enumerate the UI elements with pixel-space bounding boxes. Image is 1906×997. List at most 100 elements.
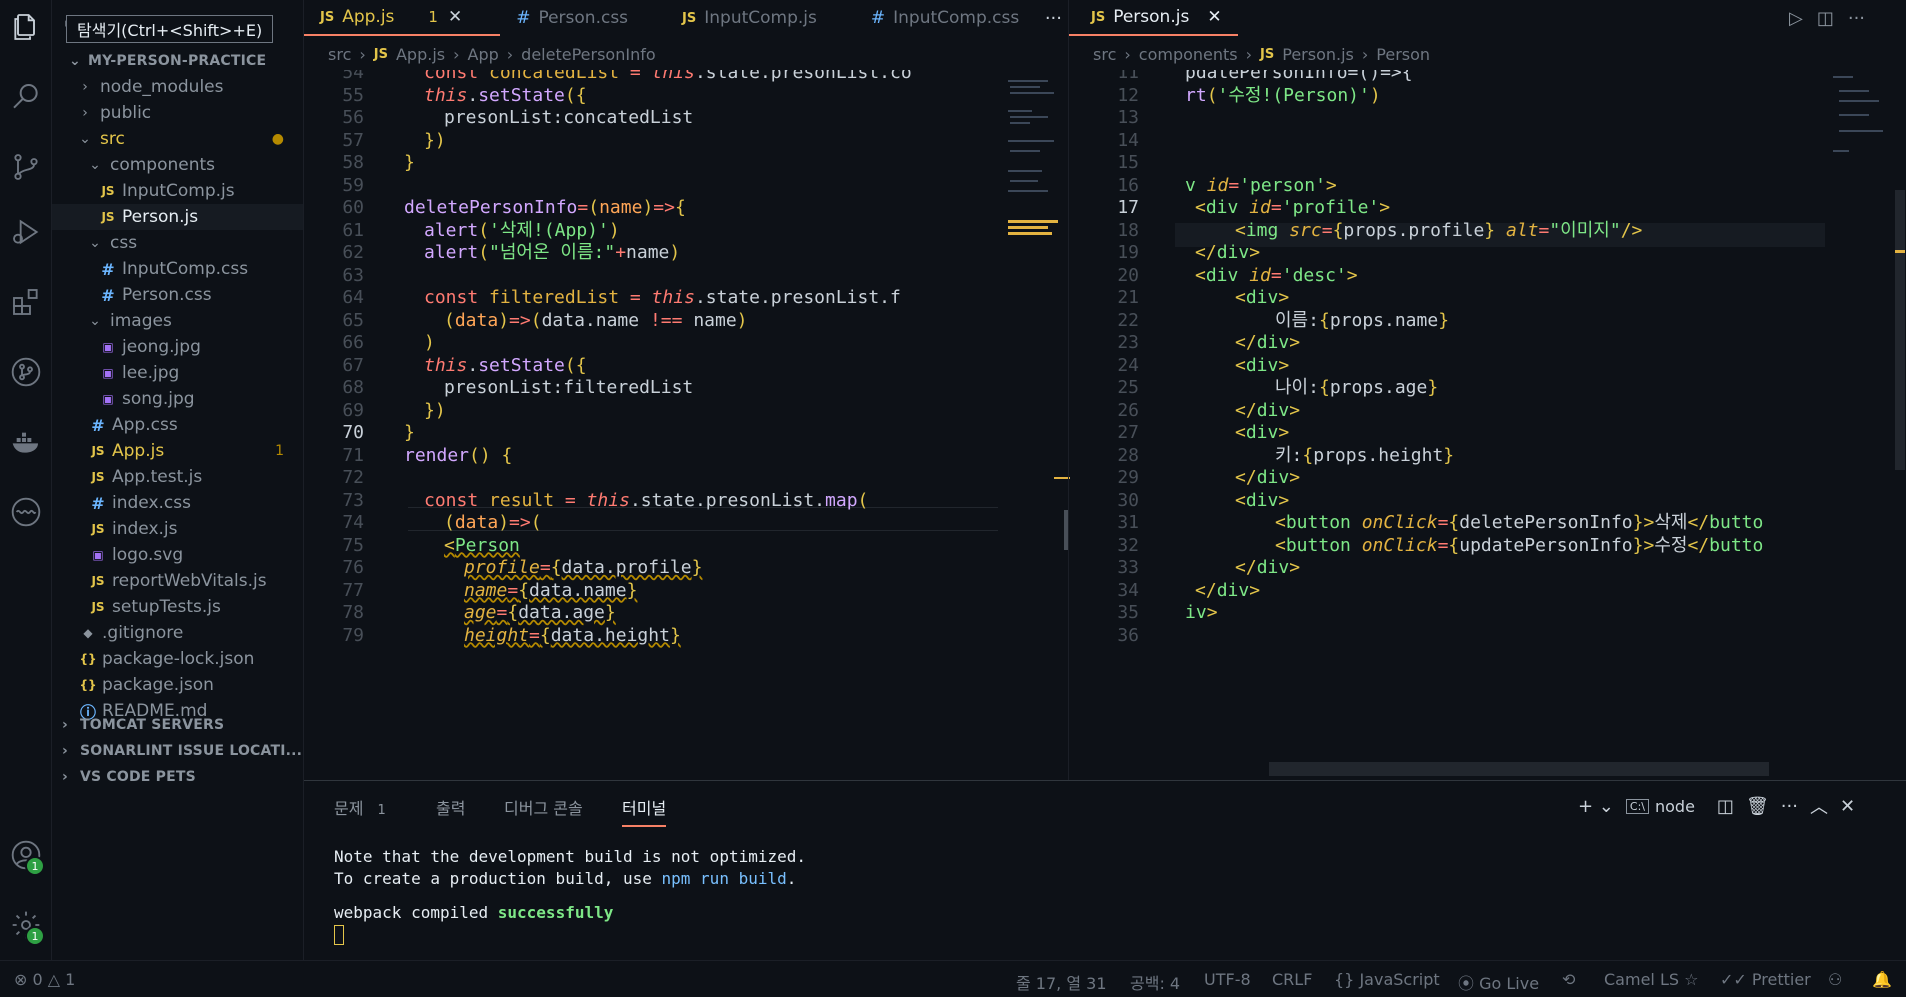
source-control-icon[interactable] — [9, 150, 43, 184]
right-code-editor[interactable]: 11 12 13 14 15 16 17 18 19 20 21 22 23 24 25 26 27 28 29 30… — [1069, 70, 1829, 780]
breadcrumb-item[interactable]: src — [1093, 45, 1116, 64]
tree-item[interactable]: {} package-lock.json — [52, 646, 303, 672]
tree-item[interactable]: # Person.css — [52, 282, 303, 308]
tab-output[interactable]: 출력 — [436, 795, 465, 819]
git-graph-icon[interactable] — [9, 355, 43, 389]
minimap[interactable] — [1004, 70, 1070, 780]
tree-item[interactable]: {} package.json — [52, 672, 303, 698]
tree-item[interactable]: › node_modules — [52, 74, 303, 100]
camel-ls[interactable]: Camel LS ☆ — [1604, 970, 1698, 989]
horizontal-scrollbar[interactable] — [1269, 762, 1769, 776]
split-terminal-icon[interactable]: ◫ — [1717, 796, 1734, 817]
tree-item[interactable]: JS App.js 1 — [52, 438, 303, 464]
left-code-editor[interactable]: 54 55 56 57 58 59 60 61 62 63 64 65 66 67 68 69 70 71 72 73… — [304, 70, 1004, 780]
tree-item[interactable]: JS index.js — [52, 516, 303, 542]
feedback-icon[interactable]: ⚇ — [1828, 970, 1842, 989]
language-mode[interactable]: {} JavaScript — [1334, 970, 1440, 989]
code-line: profile={data.profile} — [464, 557, 702, 579]
line-number: 63 — [342, 264, 364, 286]
minimap-right[interactable] — [1829, 70, 1899, 160]
tree-item[interactable]: ▣ lee.jpg — [52, 360, 303, 386]
tab-debug-console[interactable]: 디버그 콘솔 — [504, 795, 583, 819]
close-panel-icon[interactable]: ✕ — [1840, 796, 1855, 817]
close-icon[interactable]: ✕ — [1207, 7, 1221, 27]
editor-tab[interactable]: JS App.js 1 ✕ — [304, 0, 501, 36]
more-icon[interactable]: ··· — [1781, 796, 1798, 817]
cursor-position[interactable]: 줄 17, 열 31 — [1016, 970, 1107, 994]
tree-item[interactable]: ⌄ images — [52, 308, 303, 334]
breadcrumb-item[interactable]: Person — [1376, 45, 1430, 64]
editor-tab[interactable]: # InputComp.css — [855, 0, 1057, 36]
tree-item[interactable]: ⌄ src ● — [52, 126, 303, 152]
vertical-scrollbar[interactable] — [1895, 190, 1905, 470]
search-icon[interactable] — [9, 80, 43, 114]
tree-item[interactable]: JS App.test.js — [52, 464, 303, 490]
encoding[interactable]: UTF-8 — [1204, 970, 1251, 989]
tree-item[interactable]: ◆ .gitignore — [52, 620, 303, 646]
tree-item[interactable]: JS InputComp.js — [52, 178, 303, 204]
split-editor-icon[interactable]: ◫ — [1817, 8, 1834, 29]
indentation[interactable]: 공백: 4 — [1130, 970, 1180, 994]
run-icon[interactable]: ▷ — [1789, 8, 1803, 29]
tree-item[interactable]: ▣ song.jpg — [52, 386, 303, 412]
editor-tab[interactable]: JS InputComp.js — [666, 0, 855, 36]
sync-icon[interactable]: ⟲ — [1562, 970, 1575, 989]
breadcrumb-item[interactable]: JS — [1260, 47, 1274, 62]
go-live[interactable]: ⦿ Go Live — [1458, 970, 1539, 994]
tree-item[interactable]: ⌄ components — [52, 152, 303, 178]
tree-item[interactable]: ▣ logo.svg — [52, 542, 303, 568]
tree-item[interactable]: # index.css — [52, 490, 303, 516]
tree-item[interactable]: JS reportWebVitals.js — [52, 568, 303, 594]
breadcrumb-item[interactable]: components — [1139, 45, 1238, 64]
sidebar-section[interactable]: › VS CODE PETS — [52, 764, 303, 790]
code-token: = — [539, 557, 551, 578]
tree-item[interactable]: › public — [52, 100, 303, 126]
docker-icon[interactable] — [9, 425, 43, 459]
line-number: 23 — [1117, 332, 1139, 353]
problems-indicator[interactable]: ⊗ 0 △ 1 — [14, 970, 75, 989]
terminal-selector[interactable]: C:\ node — [1625, 797, 1695, 816]
sidebar-section[interactable]: › TOMCAT SERVERS — [52, 712, 303, 738]
account-icon[interactable]: 1 — [9, 838, 45, 876]
project-root[interactable]: ⌄ MY-PERSON-PRACTICE — [52, 48, 303, 74]
breadcrumb-item[interactable]: JS — [374, 47, 388, 62]
explorer-icon[interactable] — [9, 10, 43, 44]
tree-item[interactable]: ⌄ css — [52, 230, 303, 256]
tab-label: InputComp.js — [704, 8, 817, 28]
more-tabs-icon[interactable]: ··· — [1045, 8, 1062, 29]
pets-icon[interactable] — [9, 495, 43, 529]
trash-icon[interactable]: 🗑 — [1746, 796, 1769, 817]
breadcrumb-item[interactable]: App — [468, 45, 499, 64]
breadcrumb-item[interactable]: App.js — [396, 45, 445, 64]
tab-terminal[interactable]: 터미널 — [622, 795, 667, 827]
sidebar-section[interactable]: › SONARLINT ISSUE LOCATI... — [52, 738, 303, 764]
tree-item[interactable]: JS Person.js — [52, 204, 303, 230]
tree-item[interactable]: JS setupTests.js — [52, 594, 303, 620]
code-token: '삭제!(App)' — [489, 219, 609, 241]
editor-tab[interactable]: # Person.css — [500, 0, 666, 36]
line-number: 60 — [342, 197, 364, 218]
code-token: onClick — [1361, 512, 1438, 533]
new-terminal-icon[interactable]: + ⌄ — [1578, 796, 1614, 817]
tree-item[interactable]: # InputComp.css — [52, 256, 303, 282]
tab-person-js[interactable]: JS Person.js ✕ — [1069, 0, 1238, 36]
maximize-panel-icon[interactable]: ︿ — [1810, 793, 1828, 819]
breadcrumb-item[interactable]: Person.js — [1282, 45, 1354, 64]
prettier[interactable]: ✓✓ Prettier — [1720, 970, 1811, 989]
more-actions-icon[interactable]: ··· — [1848, 8, 1865, 29]
eol[interactable]: CRLF — [1272, 970, 1312, 989]
code-token: }) — [424, 399, 446, 421]
tree-item[interactable]: # App.css — [52, 412, 303, 438]
breadcrumb-item[interactable]: deletePersonInfo — [521, 45, 655, 64]
settings-gear-icon[interactable]: 1 — [9, 908, 45, 946]
tab-problems[interactable]: 문제 1 — [334, 795, 386, 819]
extensions-icon[interactable] — [9, 285, 43, 319]
run-debug-icon[interactable] — [9, 215, 43, 249]
close-icon[interactable]: ✕ — [448, 7, 462, 27]
notifications-icon[interactable]: 🔔 — [1872, 970, 1892, 989]
code-token: } — [691, 557, 703, 578]
tree-item[interactable]: ▣ jeong.jpg — [52, 334, 303, 360]
code-line: ) — [424, 332, 435, 354]
breadcrumb-item[interactable]: src — [328, 45, 351, 64]
code-token: } — [1427, 377, 1439, 398]
